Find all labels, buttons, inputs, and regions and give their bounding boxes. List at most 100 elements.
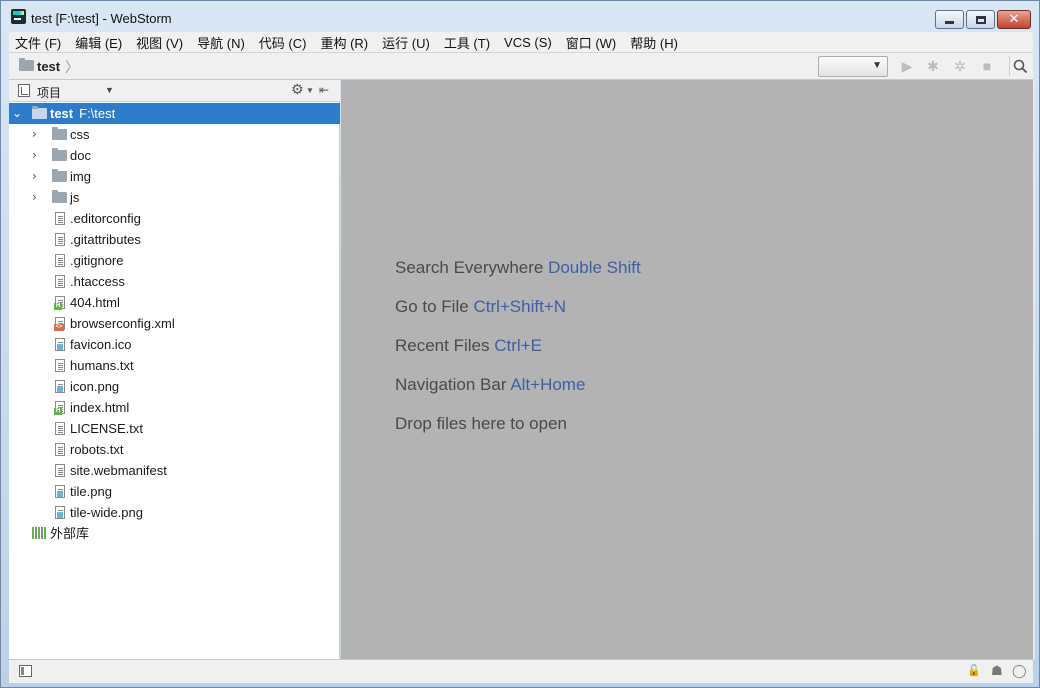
tree-file-row[interactable]: favicon.ico — [9, 334, 340, 355]
editor-hint: Search Everywhere Double Shift — [395, 258, 641, 278]
lock-icon[interactable]: 🔓 — [967, 664, 981, 677]
tree-folder-label: img — [70, 169, 91, 184]
tree-file-label: site.webmanifest — [70, 463, 167, 478]
chevron-right-icon[interactable]: › — [32, 124, 37, 145]
chevron-right-icon[interactable]: › — [32, 187, 37, 208]
stop-icon[interactable]: ■ — [979, 58, 995, 74]
chevron-down-icon[interactable]: ▼ — [306, 86, 314, 95]
tree-file-row[interactable]: .htaccess — [9, 271, 340, 292]
right-tool-strip — [1033, 80, 1035, 659]
tree-file-row[interactable]: tile-wide.png — [9, 502, 340, 523]
chevron-down-icon[interactable]: ▼ — [105, 85, 114, 95]
library-icon — [32, 527, 46, 539]
hint-shortcut: Ctrl+Shift+N — [473, 297, 567, 316]
collapse-all-icon[interactable]: ⇤ — [319, 83, 329, 97]
tree-file-row[interactable]: robots.txt — [9, 439, 340, 460]
minimize-button[interactable] — [935, 10, 964, 29]
tree-file-row[interactable]: LICENSE.txt — [9, 418, 340, 439]
editor-hint: Recent Files Ctrl+E — [395, 336, 542, 356]
image-file-icon — [55, 485, 65, 499]
tree-file-label: robots.txt — [70, 442, 124, 457]
chevron-down-icon[interactable]: ⌄ — [12, 103, 22, 124]
project-panel-header: 项目 ▼ ⚙ ▼ ⇤ — [9, 80, 340, 102]
menu-code[interactable]: 代码 (C) — [259, 33, 307, 52]
project-view-label[interactable]: 项目 — [37, 84, 61, 101]
html-file-icon — [54, 401, 65, 415]
tree-folder-row[interactable]: › css — [9, 124, 340, 145]
inspector-icon[interactable]: ☗ — [991, 664, 1003, 679]
search-icon[interactable] — [1012, 58, 1028, 74]
hint-text: Go to File — [395, 297, 469, 316]
image-file-icon — [55, 338, 65, 352]
menu-tools[interactable]: 工具 (T) — [444, 33, 490, 52]
text-file-icon — [55, 254, 65, 268]
tree-folder-row[interactable]: › img — [9, 166, 340, 187]
menu-vcs[interactable]: VCS (S) — [504, 35, 552, 50]
project-tree: ⌄ test F:\test › css › doc › img › js .editorconf… — [9, 103, 340, 544]
tree-file-row[interactable]: tile.png — [9, 481, 340, 502]
tree-external-libraries-label: 外部库 — [50, 526, 90, 541]
tree-folder-label: js — [70, 190, 80, 205]
close-icon: ✕ — [1008, 12, 1020, 27]
menu-help[interactable]: 帮助 (H) — [630, 33, 678, 52]
tree-file-row[interactable]: 404.html — [9, 292, 340, 313]
navigation-toolbar: test 〉 ▼ ▶ ✱ ✲ ■ — [9, 52, 1033, 80]
editor-empty-area[interactable]: Search Everywhere Double Shift Go to File… — [341, 80, 1033, 659]
tool-window-toggle-icon[interactable] — [19, 665, 32, 677]
run-configuration-select[interactable]: ▼ — [818, 56, 888, 77]
debug-icon[interactable]: ✱ — [925, 58, 941, 74]
text-file-icon — [55, 233, 65, 247]
menu-view[interactable]: 视图 (V) — [136, 33, 183, 52]
status-bar: 🔓 ☗ ◯ — [9, 659, 1033, 683]
coverage-icon[interactable]: ✲ — [952, 58, 968, 74]
tree-file-row[interactable]: site.webmanifest — [9, 460, 340, 481]
close-button[interactable]: ✕ — [997, 10, 1031, 29]
gear-icon[interactable]: ⚙ — [291, 82, 304, 98]
menu-bar: 文件 (F) 编辑 (E) 视图 (V) 导航 (N) 代码 (C) 重构 (R) 运行 (… — [9, 32, 1033, 52]
tree-folder-row[interactable]: › js — [9, 187, 340, 208]
tree-root-label: test F:\test — [50, 106, 116, 121]
event-log-icon[interactable]: ◯ — [1012, 664, 1027, 679]
menu-edit[interactable]: 编辑 (E) — [75, 33, 122, 52]
tree-file-row[interactable]: humans.txt — [9, 355, 340, 376]
tree-file-label: .gitignore — [70, 253, 124, 268]
app-window: test [F:\test] - WebStorm ✕ 文件 (F) 编辑 (E)… — [0, 0, 1040, 688]
tree-external-libraries-row[interactable]: 外部库 — [9, 523, 340, 544]
tree-file-label: index.html — [70, 400, 130, 415]
tree-file-label: humans.txt — [70, 358, 134, 373]
tree-file-row[interactable]: icon.png — [9, 376, 340, 397]
hint-text: Recent Files — [395, 336, 490, 355]
menu-window[interactable]: 窗口 (W) — [566, 33, 617, 52]
chevron-right-icon[interactable]: › — [32, 145, 37, 166]
window-title: test [F:\test] - WebStorm — [31, 11, 172, 26]
html-file-icon — [54, 296, 65, 310]
folder-icon — [52, 148, 67, 161]
breadcrumb-project[interactable]: test — [37, 59, 60, 74]
menu-refactor[interactable]: 重构 (R) — [320, 33, 368, 52]
menu-navigate[interactable]: 导航 (N) — [197, 33, 245, 52]
maximize-button[interactable] — [966, 10, 995, 29]
folder-icon — [52, 169, 67, 182]
toolbar-divider — [1009, 56, 1010, 76]
tree-file-row[interactable]: .gitattributes — [9, 229, 340, 250]
tree-file-label: favicon.ico — [70, 337, 132, 352]
text-file-icon — [55, 443, 65, 457]
menu-file[interactable]: 文件 (F) — [15, 33, 61, 52]
hint-text: Drop files here to open — [395, 414, 567, 433]
image-file-icon — [55, 380, 65, 394]
chevron-right-icon[interactable]: › — [32, 166, 37, 187]
tree-folder-row[interactable]: › doc — [9, 145, 340, 166]
title-bar[interactable]: test [F:\test] - WebStorm ✕ — [1, 1, 1039, 31]
tree-root-row[interactable]: ⌄ test F:\test — [9, 103, 340, 124]
tree-folder-label: css — [70, 127, 90, 142]
tree-file-row[interactable]: .editorconfig — [9, 208, 340, 229]
tree-file-row[interactable]: .gitignore — [9, 250, 340, 271]
menu-run[interactable]: 运行 (U) — [382, 33, 430, 52]
run-icon[interactable]: ▶ — [899, 58, 915, 74]
tree-file-row[interactable]: index.html — [9, 397, 340, 418]
tree-file-row[interactable]: browserconfig.xml — [9, 313, 340, 334]
tree-file-label: browserconfig.xml — [70, 316, 175, 331]
hint-text: Navigation Bar — [395, 375, 507, 394]
tree-file-label: 404.html — [70, 295, 120, 310]
project-tool-window: 项目 ▼ ⚙ ▼ ⇤ ⌄ test F:\test › css › doc › img › js… — [9, 80, 340, 659]
